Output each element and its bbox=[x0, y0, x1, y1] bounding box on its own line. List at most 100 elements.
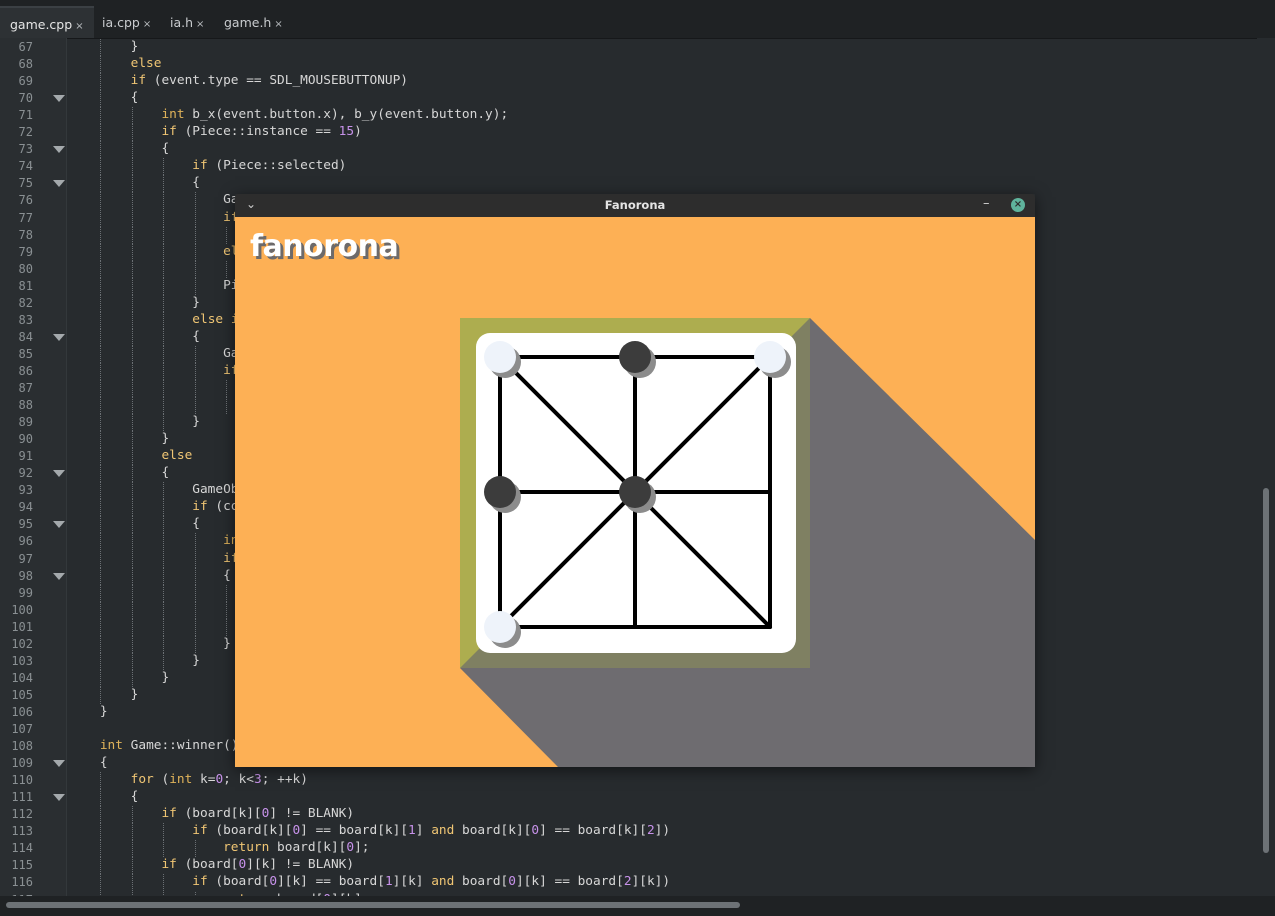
indent-guide bbox=[194, 567, 196, 585]
code-line: { bbox=[69, 465, 170, 481]
indent-guide bbox=[131, 499, 133, 517]
indent-guide bbox=[100, 362, 102, 380]
indent-guide bbox=[100, 107, 102, 125]
indent-guide bbox=[194, 840, 196, 858]
code-line: else bbox=[161, 448, 193, 464]
tab-game-h[interactable]: game.h × bbox=[214, 6, 293, 38]
indent-guide bbox=[163, 175, 165, 193]
code-line: { bbox=[69, 141, 170, 157]
indent-guide bbox=[100, 618, 102, 636]
indent-guide bbox=[100, 584, 102, 602]
code-line: t bbox=[69, 618, 262, 634]
indent-guide bbox=[131, 124, 133, 142]
indent-guide bbox=[100, 823, 102, 841]
indent-guide bbox=[100, 686, 102, 704]
game-canvas[interactable]: fanorona bbox=[235, 217, 1035, 767]
code-line: GameObjec bbox=[69, 482, 262, 498]
indent-guide bbox=[131, 533, 133, 551]
tab-label: game.h bbox=[224, 15, 272, 30]
indent-guide bbox=[131, 567, 133, 585]
horizontal-scrollbar[interactable] bbox=[0, 896, 1275, 916]
code-line: if (board[k][0] != BLANK) bbox=[161, 806, 355, 822]
code-line: if (p bbox=[223, 362, 262, 378]
fanorona-game-window[interactable]: ⌄ Fanorona – × fanorona bbox=[235, 194, 1035, 767]
code-line: i bbox=[69, 380, 262, 395]
indent-guide bbox=[131, 209, 133, 227]
code-line: } bbox=[69, 669, 170, 685]
indent-guide bbox=[163, 618, 165, 636]
indent-guide bbox=[131, 141, 133, 159]
code-line: int Game::winner() bbox=[99, 738, 239, 754]
indent-guide bbox=[100, 380, 102, 398]
code-line: if (Piece::selected) bbox=[192, 158, 347, 174]
indent-guide bbox=[194, 380, 196, 398]
indent-guide bbox=[131, 448, 133, 466]
close-tab-icon[interactable]: × bbox=[274, 19, 282, 30]
indent-guide bbox=[163, 499, 165, 517]
indent-guide bbox=[131, 431, 133, 449]
close-tab-icon[interactable]: × bbox=[75, 21, 83, 32]
indent-guide bbox=[131, 465, 133, 483]
indent-guide bbox=[100, 73, 102, 91]
indent-guide bbox=[131, 107, 133, 125]
code-line: } bbox=[69, 39, 139, 54]
close-tab-icon[interactable]: × bbox=[143, 19, 151, 30]
indent-guide bbox=[131, 669, 133, 687]
indent-guide bbox=[163, 584, 165, 602]
code-line: int b_x(event.button.x), b_y(event.butto… bbox=[161, 107, 509, 123]
tab-ia-h[interactable]: ia.h × bbox=[160, 6, 214, 38]
code-line: else bbox=[69, 244, 254, 259]
indent-guide bbox=[131, 260, 133, 278]
indent-guide bbox=[194, 635, 196, 653]
code-line: { bbox=[69, 755, 108, 771]
close-window-icon[interactable]: × bbox=[1011, 198, 1025, 212]
indent-guide bbox=[100, 39, 102, 57]
indent-guide bbox=[226, 260, 227, 278]
vertical-scroll-thumb[interactable] bbox=[1263, 488, 1269, 853]
indent-guide bbox=[194, 550, 196, 568]
indent-guide bbox=[100, 175, 102, 193]
close-tab-icon[interactable]: × bbox=[196, 19, 204, 30]
tab-label: ia.cpp bbox=[102, 15, 140, 30]
indent-guide bbox=[194, 209, 196, 227]
code-line: { bbox=[69, 567, 231, 583]
indent-guide bbox=[100, 397, 102, 415]
dark-piece bbox=[619, 341, 651, 373]
tab-game-cpp[interactable]: game.cpp × bbox=[0, 6, 94, 38]
indent-guide bbox=[100, 857, 102, 875]
indent-guide bbox=[131, 380, 133, 398]
indent-guide bbox=[226, 601, 227, 619]
indent-guide bbox=[131, 192, 133, 210]
indent-guide bbox=[100, 56, 102, 74]
code-line: if (c bbox=[223, 209, 262, 225]
code-line: { bbox=[69, 789, 139, 805]
indent-guide bbox=[163, 294, 165, 312]
indent-guide bbox=[100, 806, 102, 824]
indent-guide bbox=[163, 328, 165, 346]
indent-guide bbox=[163, 158, 165, 176]
code-line: { bbox=[69, 175, 200, 191]
indent-guide bbox=[194, 584, 196, 602]
window-title: Fanorona bbox=[604, 198, 666, 212]
white-piece bbox=[484, 341, 516, 373]
code-line: return board[k][0]; bbox=[223, 840, 370, 856]
indent-guide bbox=[163, 380, 165, 398]
minimize-icon[interactable]: – bbox=[983, 196, 990, 211]
indent-guide bbox=[131, 294, 133, 312]
tab-label: ia.h bbox=[170, 15, 194, 30]
indent-guide bbox=[100, 260, 102, 278]
vertical-scrollbar[interactable] bbox=[1257, 38, 1275, 896]
window-titlebar[interactable]: ⌄ Fanorona – × bbox=[235, 194, 1035, 217]
indent-guide bbox=[131, 362, 133, 380]
game-board-svg[interactable] bbox=[235, 217, 1035, 767]
indent-guide bbox=[163, 243, 165, 261]
indent-guide bbox=[100, 465, 102, 483]
tab-ia-cpp[interactable]: ia.cpp × bbox=[92, 6, 161, 38]
code-line: { bbox=[69, 516, 200, 532]
horizontal-scroll-thumb[interactable] bbox=[6, 902, 740, 908]
indent-guide bbox=[194, 226, 196, 244]
indent-guide bbox=[100, 669, 102, 687]
code-line: P bbox=[69, 226, 262, 242]
indent-guide bbox=[100, 840, 102, 858]
indent-guide bbox=[163, 397, 165, 415]
